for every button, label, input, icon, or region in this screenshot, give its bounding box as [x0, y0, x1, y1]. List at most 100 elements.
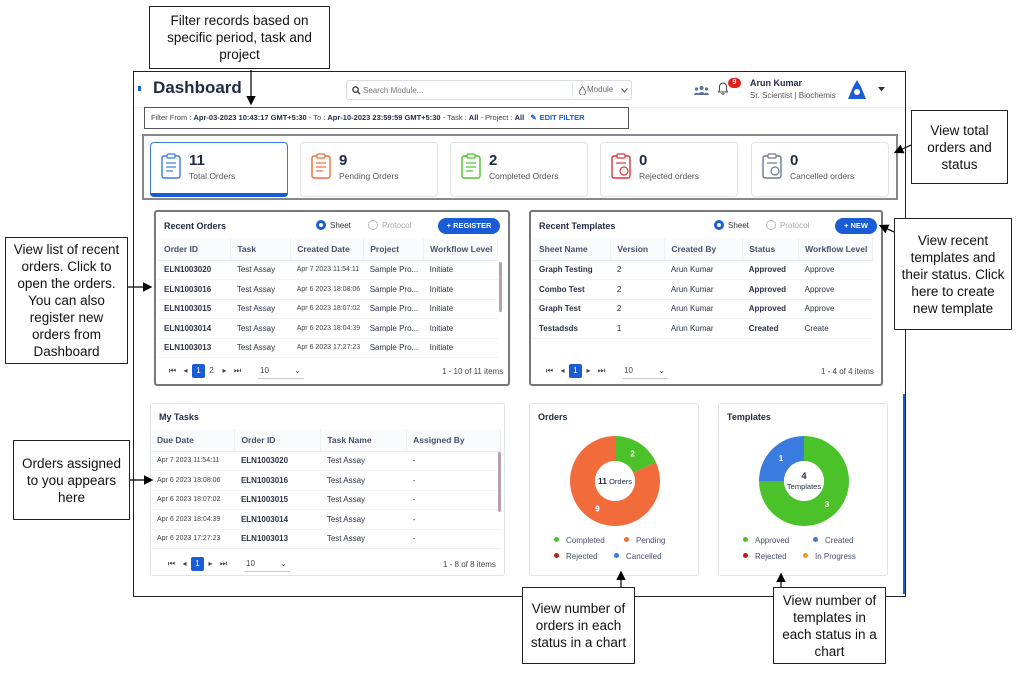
legend-dot: [803, 553, 808, 558]
last-page-icon[interactable]: ⏭: [595, 364, 608, 378]
table-row[interactable]: Apr 7 2023 11:54:11 ELN1003020 Test Assay -: [151, 451, 501, 471]
table-cell[interactable]: ELN1003016: [158, 279, 231, 300]
next-page-icon[interactable]: ▸: [218, 364, 231, 378]
new-template-button[interactable]: + NEW: [835, 218, 877, 234]
table-cell[interactable]: ELN1003014: [158, 318, 231, 339]
last-page-icon[interactable]: ⏭: [231, 364, 244, 378]
table-cell[interactable]: Graph Testing: [533, 260, 611, 280]
orders-donut-chart[interactable]: 2 9 11 Orders: [568, 434, 662, 528]
search-input[interactable]: [363, 83, 563, 97]
scrollbar[interactable]: [499, 262, 502, 312]
legend-item[interactable]: In Progress: [803, 552, 856, 561]
column-header[interactable]: Assigned By: [406, 429, 501, 452]
edit-filter-button[interactable]: ✎ EDIT FILTER: [530, 113, 584, 122]
rejected-orders-card[interactable]: 0 Rejected orders: [600, 142, 738, 197]
legend-item[interactable]: Approved: [743, 536, 789, 545]
page-size-select[interactable]: 10 ⌄: [244, 557, 290, 572]
table-row[interactable]: Testadsds 1 Arun Kumar Created Create: [533, 318, 873, 339]
table-row[interactable]: Apr 6 2023 18:04:39 ELN1003014 Test Assay -: [151, 509, 501, 530]
column-header[interactable]: Project: [363, 238, 425, 261]
total-orders-card[interactable]: 11 Total Orders: [150, 142, 288, 197]
templates-chart-title: Templates: [727, 412, 771, 422]
column-header[interactable]: Order ID: [158, 238, 232, 261]
sheet-radio[interactable]: Sheet: [714, 220, 749, 230]
templates-donut-chart[interactable]: 314 Templates: [757, 434, 851, 528]
legend-item[interactable]: Rejected: [743, 552, 787, 561]
column-header[interactable]: Sheet Name: [533, 238, 612, 261]
column-header[interactable]: Due Date: [151, 429, 236, 452]
table-cell[interactable]: ELN1003013: [234, 529, 321, 549]
column-header[interactable]: Version: [610, 238, 666, 261]
page-size-select[interactable]: 10 ⌄: [258, 364, 304, 379]
table-cell[interactable]: ELN1003020: [158, 260, 231, 280]
module-search[interactable]: Module: [346, 80, 632, 100]
protocol-radio[interactable]: Protocol: [766, 220, 809, 230]
next-page-icon[interactable]: ▸: [582, 364, 595, 378]
table-row[interactable]: Apr 6 2023 18:07:02 ELN1003015 Test Assay -: [151, 490, 501, 510]
sidebar-toggle[interactable]: [138, 86, 141, 91]
user-name[interactable]: Arun Kumar: [750, 78, 802, 88]
donut-center-label: 11 Orders: [598, 476, 632, 486]
first-page-icon[interactable]: ⏮: [166, 364, 179, 378]
page-1[interactable]: 1: [191, 557, 204, 571]
prev-page-icon[interactable]: ◂: [179, 364, 192, 378]
bell-icon[interactable]: [718, 82, 728, 95]
table-row[interactable]: ELN1003016 Test Assay Apr 6 2023 18:08:06 S…: [158, 279, 498, 300]
protocol-radio[interactable]: Protocol: [368, 220, 411, 230]
legend-item[interactable]: Completed: [554, 536, 605, 545]
page-1[interactable]: 1: [192, 364, 205, 378]
column-header[interactable]: Workflow Level: [798, 238, 873, 261]
column-header[interactable]: Status: [742, 238, 800, 261]
table-cell[interactable]: ELN1003015: [234, 490, 321, 510]
prev-page-icon[interactable]: ◂: [556, 364, 569, 378]
table-row[interactable]: ELN1003014 Test Assay Apr 6 2023 18:04:39 S…: [158, 318, 498, 339]
register-button[interactable]: + REGISTER: [438, 218, 500, 234]
page-1[interactable]: 1: [569, 364, 582, 378]
scrollbar[interactable]: [498, 452, 501, 512]
table-row[interactable]: Graph Test 2 Arun Kumar Approved Approve: [533, 299, 873, 319]
table-cell[interactable]: Combo Test: [533, 279, 611, 300]
column-header[interactable]: Created By: [664, 238, 744, 261]
table-cell[interactable]: ELN1003013: [158, 338, 231, 358]
table-row[interactable]: ELN1003013 Test Assay Apr 6 2023 17:27:23 S…: [158, 338, 498, 358]
table-cell[interactable]: Testadsds: [533, 318, 611, 339]
table-row[interactable]: Graph Testing 2 Arun Kumar Approved Approve: [533, 260, 873, 280]
column-header[interactable]: Workflow Level: [423, 238, 498, 261]
column-header[interactable]: Task Name: [320, 429, 408, 452]
legend-label: Cancelled: [626, 552, 662, 561]
table-cell[interactable]: ELN1003015: [158, 299, 231, 319]
legend-item[interactable]: Pending: [624, 536, 665, 545]
legend-item[interactable]: Created: [813, 536, 853, 545]
column-header[interactable]: Order ID: [234, 429, 322, 452]
table-cell[interactable]: ELN1003016: [234, 470, 321, 491]
table-row[interactable]: Apr 6 2023 17:27:23 ELN1003013 Test Assay -: [151, 529, 501, 549]
table-row[interactable]: Combo Test 2 Arun Kumar Approved Approve: [533, 279, 873, 300]
table-row[interactable]: Apr 6 2023 18:08:06 ELN1003016 Test Assay -: [151, 470, 501, 491]
column-header[interactable]: Task: [230, 238, 292, 261]
table-cell[interactable]: ELN1003020: [234, 451, 321, 471]
prev-page-icon[interactable]: ◂: [178, 557, 191, 571]
completed-orders-card[interactable]: 2 Completed Orders: [450, 142, 588, 197]
column-header[interactable]: Created Date: [290, 238, 365, 261]
cancelled-orders-card[interactable]: 0 Cancelled orders: [751, 142, 889, 197]
first-page-icon[interactable]: ⏮: [165, 557, 178, 571]
team-icon[interactable]: [694, 85, 709, 95]
table-cell[interactable]: Graph Test: [533, 299, 611, 319]
legend-item[interactable]: Cancelled: [614, 552, 662, 561]
next-page-icon[interactable]: ▸: [204, 557, 217, 571]
page-scrollbar[interactable]: [903, 394, 905, 594]
protocol-radio-label: Protocol: [780, 221, 810, 230]
legend-item[interactable]: Rejected: [554, 552, 598, 561]
page-size-select[interactable]: 10 ⌄: [622, 364, 668, 379]
page-2[interactable]: 2: [205, 364, 218, 378]
avatar[interactable]: [844, 77, 870, 103]
table-row[interactable]: ELN1003020 Test Assay Apr 7 2023 11:54:11 S…: [158, 260, 498, 280]
table-row[interactable]: ELN1003015 Test Assay Apr 6 2023 18:07:02 S…: [158, 299, 498, 319]
chevron-down-icon[interactable]: [621, 88, 628, 93]
table-cell[interactable]: ELN1003014: [234, 509, 321, 530]
last-page-icon[interactable]: ⏭: [217, 557, 230, 571]
sheet-radio[interactable]: Sheet: [316, 220, 351, 230]
caret-down-icon[interactable]: [878, 87, 885, 92]
first-page-icon[interactable]: ⏮: [543, 364, 556, 378]
pending-orders-card[interactable]: 9 Pending Orders: [300, 142, 438, 197]
